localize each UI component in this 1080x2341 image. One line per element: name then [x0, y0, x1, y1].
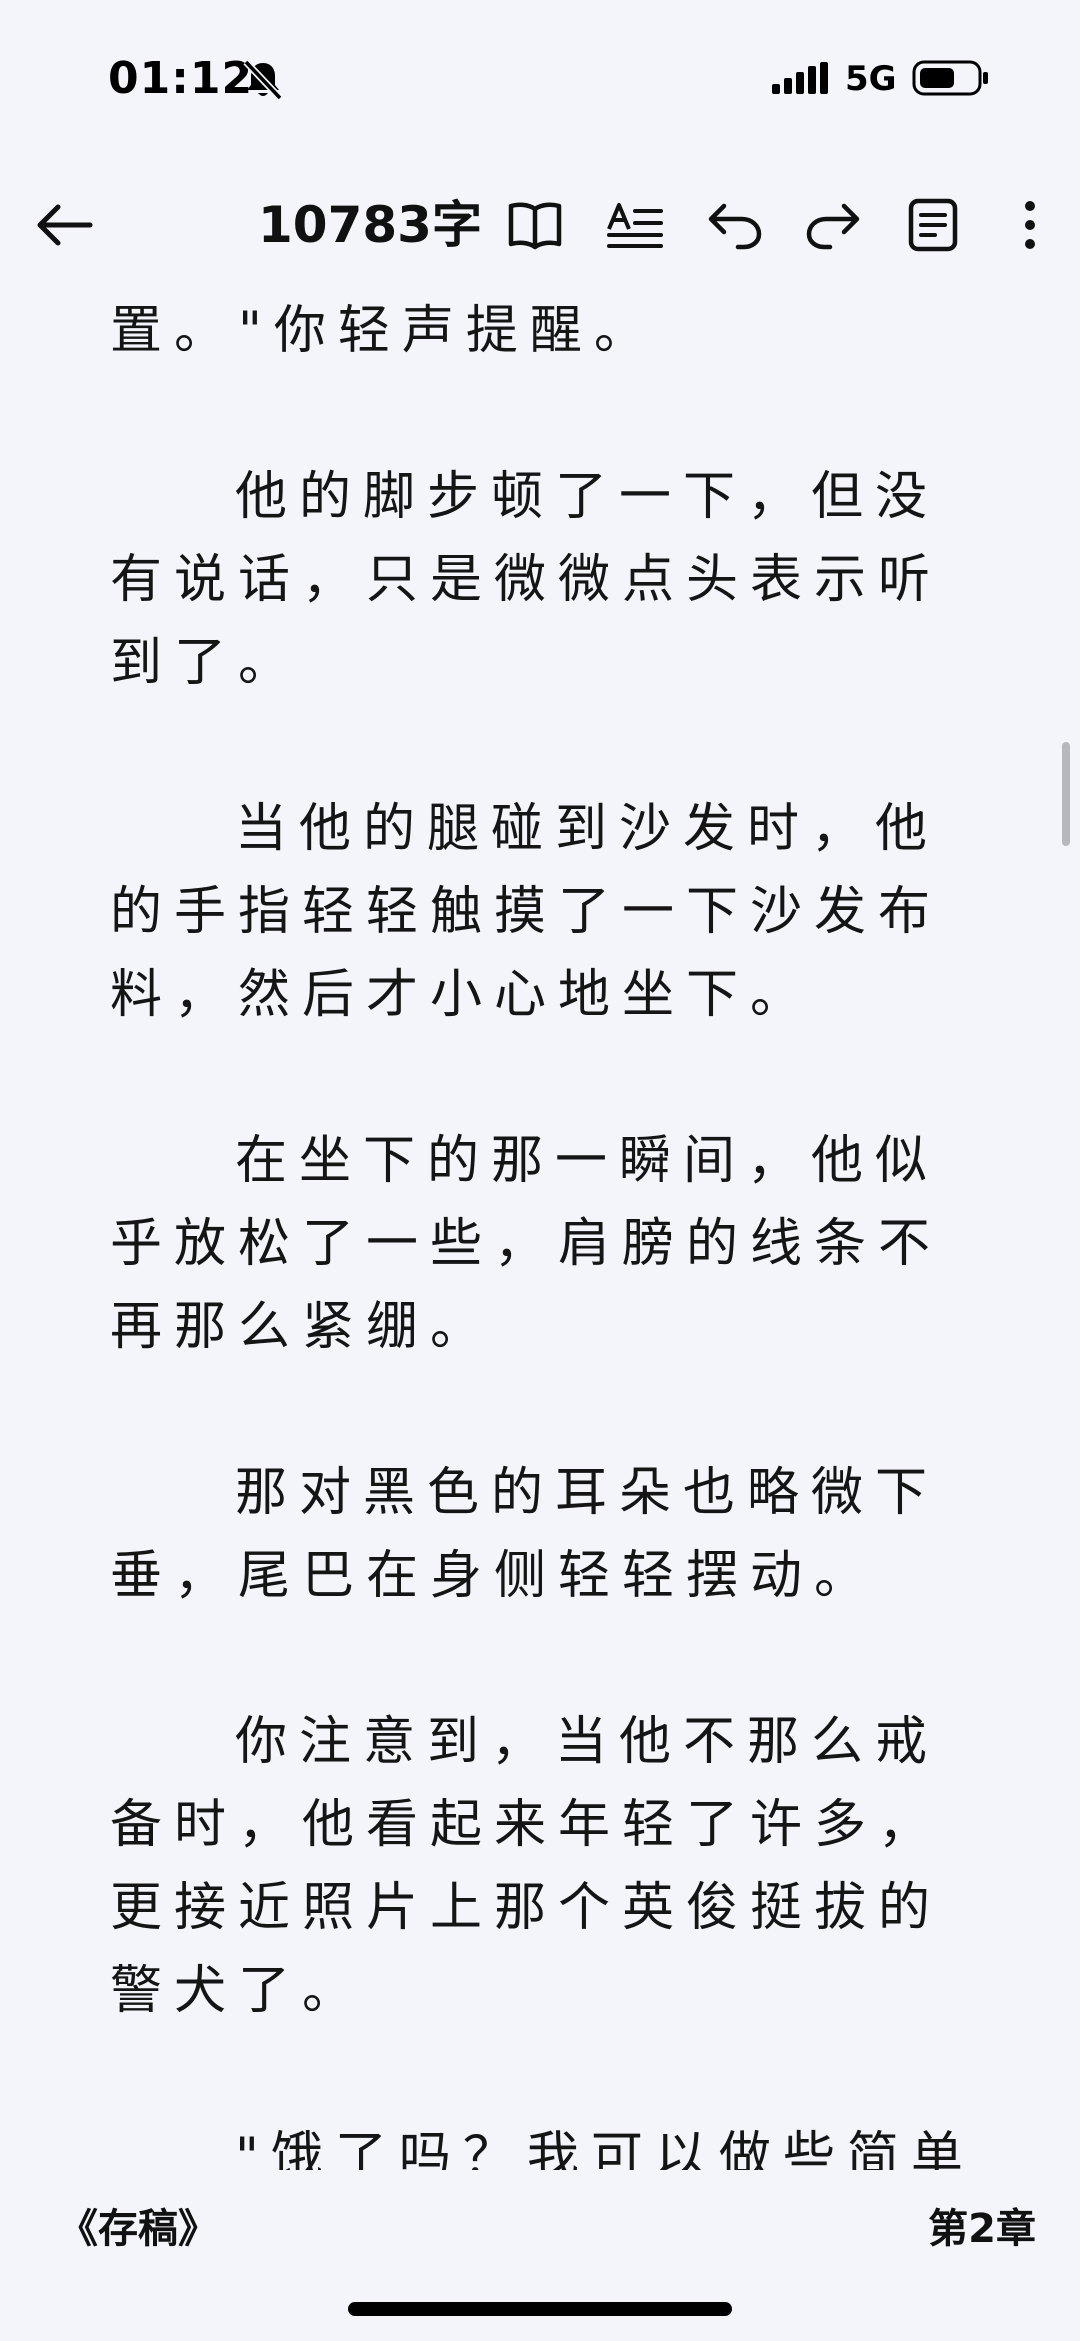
network-label: 5G	[845, 59, 897, 99]
book-title: 《存稿》	[58, 2206, 218, 2252]
back-arrow-icon	[37, 204, 93, 246]
book-button[interactable]	[498, 190, 572, 260]
notes-icon	[908, 198, 958, 252]
notes-button[interactable]	[896, 190, 970, 260]
text-format-button[interactable]	[598, 190, 672, 260]
text-format-icon	[607, 203, 663, 248]
redo-button[interactable]	[796, 190, 870, 260]
paragraph: 那对黑色的耳朵也略微下垂，尾巴在身侧轻轻摆动。	[110, 1463, 940, 1606]
status-time: 01:12	[108, 53, 254, 104]
paragraph: 你注意到，当他不那么戒备时，他看起来年轻了许多，更接近照片上那个英俊挺拔的警犬了…	[110, 1712, 943, 2021]
more-button[interactable]	[1006, 190, 1054, 260]
back-button[interactable]	[24, 190, 104, 260]
paragraph: 置。"你轻声提醒。	[110, 301, 658, 361]
word-count: 10783字	[258, 196, 482, 254]
paragraph: "饿了吗？我可以做些简单	[235, 2127, 975, 2170]
paragraph: 在坐下的那一瞬间，他似乎放松了一些，肩膀的线条不再那么紧绷。	[110, 1131, 943, 1357]
chapter-label: 第2章	[928, 2206, 1036, 2252]
paragraph: 当他的腿碰到沙发时，他的手指轻轻触摸了一下沙发布料，然后才小心地坐下。	[110, 799, 943, 1025]
scrollbar-thumb[interactable]	[1062, 742, 1070, 846]
reader-content[interactable]: 置。"你轻声提醒。 他的脚步顿了一下，但没有说话，只是微微点头表示听到了。 当他…	[110, 290, 990, 2170]
home-indicator	[348, 2302, 732, 2316]
signal-icon	[772, 62, 828, 94]
book-icon	[508, 202, 562, 250]
bell-muted-icon	[243, 59, 283, 101]
more-vertical-icon	[1025, 201, 1035, 249]
undo-icon	[708, 203, 762, 250]
paragraph: 他的脚步顿了一下，但没有说话，只是微微点头表示听到了。	[110, 467, 943, 693]
redo-icon	[806, 203, 860, 250]
battery-icon	[912, 60, 988, 96]
undo-button[interactable]	[698, 190, 772, 260]
